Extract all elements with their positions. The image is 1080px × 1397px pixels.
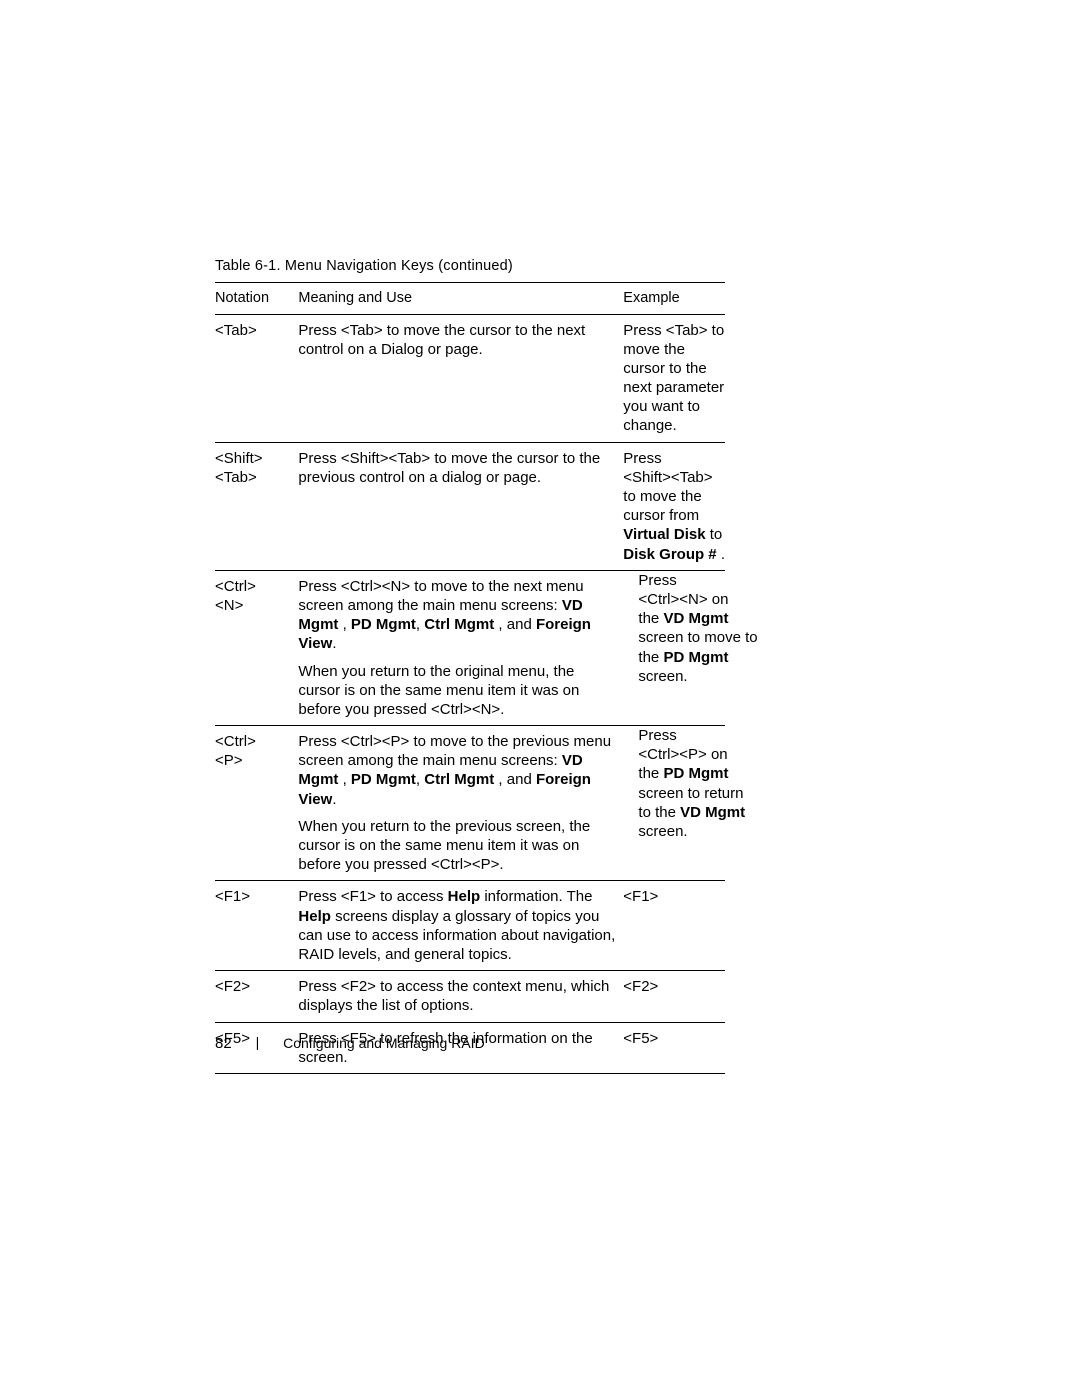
example-line: <Ctrl><P> on — [638, 745, 748, 764]
notation-line: <Ctrl> — [215, 732, 294, 751]
text: , and — [494, 616, 536, 633]
text: , and — [494, 771, 536, 788]
bold-text: PD Mgmt — [351, 616, 416, 633]
bold-text: Ctrl Mgmt — [424, 616, 494, 633]
meaning-para: Press <Ctrl><P> to move to the previous … — [298, 732, 617, 809]
text: , — [416, 771, 424, 788]
cell-example: Press <Tab> to move the cursor to the ne… — [623, 314, 725, 442]
example-line: <Shift><Tab> to move the — [623, 468, 725, 506]
text: . — [332, 791, 336, 808]
bold-text: Help — [298, 908, 331, 925]
example-line: Press — [638, 726, 748, 745]
cell-meaning: Press <Ctrl><P> to move to the previous … — [298, 726, 623, 881]
table-caption: Table 6-1. Menu Navigation Keys (continu… — [215, 258, 725, 274]
text: the — [638, 649, 663, 666]
bold-text: PD Mgmt — [351, 771, 416, 788]
table-row: <F1> Press <F1> to access Help informati… — [215, 881, 725, 971]
col-header-notation: Notation — [215, 283, 298, 315]
cell-notation: <Tab> — [215, 314, 298, 442]
example-line: the PD Mgmt — [638, 648, 748, 667]
table-row: <Shift> <Tab> Press <Shift><Tab> to move… — [215, 442, 725, 570]
example-line: to the VD Mgmt — [638, 803, 748, 822]
cell-meaning: Press <Tab> to move the cursor to the ne… — [298, 314, 623, 442]
text: Press <Ctrl><N> to move to the next menu… — [298, 578, 583, 614]
text: Press <F1> to access — [298, 888, 447, 905]
example-line: Virtual Disk to — [623, 525, 725, 544]
bold-text: Ctrl Mgmt — [424, 771, 494, 788]
table-row: <F2> Press <F2> to access the context me… — [215, 971, 725, 1022]
footer-title: Configuring and Managing RAID — [283, 1035, 485, 1051]
example-line: screen. — [638, 667, 748, 686]
content-area: Table 6-1. Menu Navigation Keys (continu… — [215, 258, 725, 1074]
footer-separator: | — [256, 1034, 260, 1050]
text: to — [706, 526, 723, 543]
text: information. The — [480, 888, 592, 905]
text: to the — [638, 804, 680, 821]
cell-notation: <F1> — [215, 881, 298, 971]
cell-notation: <Ctrl> <N> — [215, 570, 298, 725]
nav-keys-table: Notation Meaning and Use Example <Tab> P… — [215, 282, 725, 1074]
table-header-row: Notation Meaning and Use Example — [215, 283, 725, 315]
table-row: <Ctrl> <P> Press <Ctrl><P> to move to th… — [215, 726, 725, 881]
text: , — [416, 616, 424, 633]
notation-line: <P> — [215, 751, 294, 770]
page: Table 6-1. Menu Navigation Keys (continu… — [0, 0, 1080, 1397]
cell-example: <F1> — [623, 881, 725, 971]
cell-example: Press <Shift><Tab> to move the cursor fr… — [623, 442, 725, 570]
text: , — [338, 616, 351, 633]
text: . — [332, 635, 336, 652]
cell-example-overflow: Press <Ctrl><P> on the PD Mgmt screen to… — [638, 726, 748, 841]
bold-text: Disk Group # — [623, 546, 716, 563]
cell-meaning: Press <Ctrl><N> to move to the next menu… — [298, 570, 623, 725]
example-line: the PD Mgmt — [638, 764, 748, 783]
page-footer: 82 | Configuring and Managing RAID — [215, 1035, 485, 1052]
bold-text: PD Mgmt — [663, 649, 728, 666]
example-line: Disk Group # . — [623, 545, 725, 564]
notation-line: <Ctrl> — [215, 577, 294, 596]
cell-meaning: Press <Shift><Tab> to move the cursor to… — [298, 442, 623, 570]
cell-notation: <F2> — [215, 971, 298, 1022]
text: screens display a glossary of topics you… — [298, 908, 615, 963]
meaning-para: When you return to the original menu, th… — [298, 662, 617, 720]
table-row: <Tab> Press <Tab> to move the cursor to … — [215, 314, 725, 442]
example-line: screen to move to — [638, 628, 748, 647]
bold-text: PD Mgmt — [663, 765, 728, 782]
bold-text: Help — [448, 888, 481, 905]
col-header-meaning: Meaning and Use — [298, 283, 623, 315]
notation-line: <Tab> — [215, 468, 294, 487]
bold-text: VD Mgmt — [680, 804, 745, 821]
col-header-example: Example — [623, 283, 725, 315]
meaning-para: Press <Ctrl><N> to move to the next menu… — [298, 577, 617, 654]
bold-text: Virtual Disk — [623, 526, 705, 543]
example-line: screen. — [638, 822, 748, 841]
table-row: <Ctrl> <N> Press <Ctrl><N> to move to th… — [215, 570, 725, 725]
cell-notation: <Ctrl> <P> — [215, 726, 298, 881]
text: . — [717, 546, 725, 563]
notation-line: <Shift> — [215, 449, 294, 468]
page-number: 82 — [215, 1035, 232, 1052]
example-line: cursor from — [623, 506, 725, 525]
text: , — [338, 771, 351, 788]
example-line: screen to return — [638, 784, 748, 803]
text: the — [638, 610, 663, 627]
cell-example-overflow: Press <Ctrl><N> on the VD Mgmt screen to… — [638, 571, 748, 686]
cell-notation: <Shift> <Tab> — [215, 442, 298, 570]
cell-meaning: Press <F2> to access the context menu, w… — [298, 971, 623, 1022]
example-line: Press — [638, 571, 748, 590]
meaning-para: When you return to the previous screen, … — [298, 817, 617, 875]
cell-example: <F2> — [623, 971, 725, 1022]
example-line: the VD Mgmt — [638, 609, 748, 628]
text: the — [638, 765, 663, 782]
cell-meaning: Press <F1> to access Help information. T… — [298, 881, 623, 971]
notation-line: <N> — [215, 596, 294, 615]
cell-example: <F5> — [623, 1022, 725, 1073]
bold-text: VD Mgmt — [663, 610, 728, 627]
example-line: <Ctrl><N> on — [638, 590, 748, 609]
example-line: Press — [623, 449, 725, 468]
